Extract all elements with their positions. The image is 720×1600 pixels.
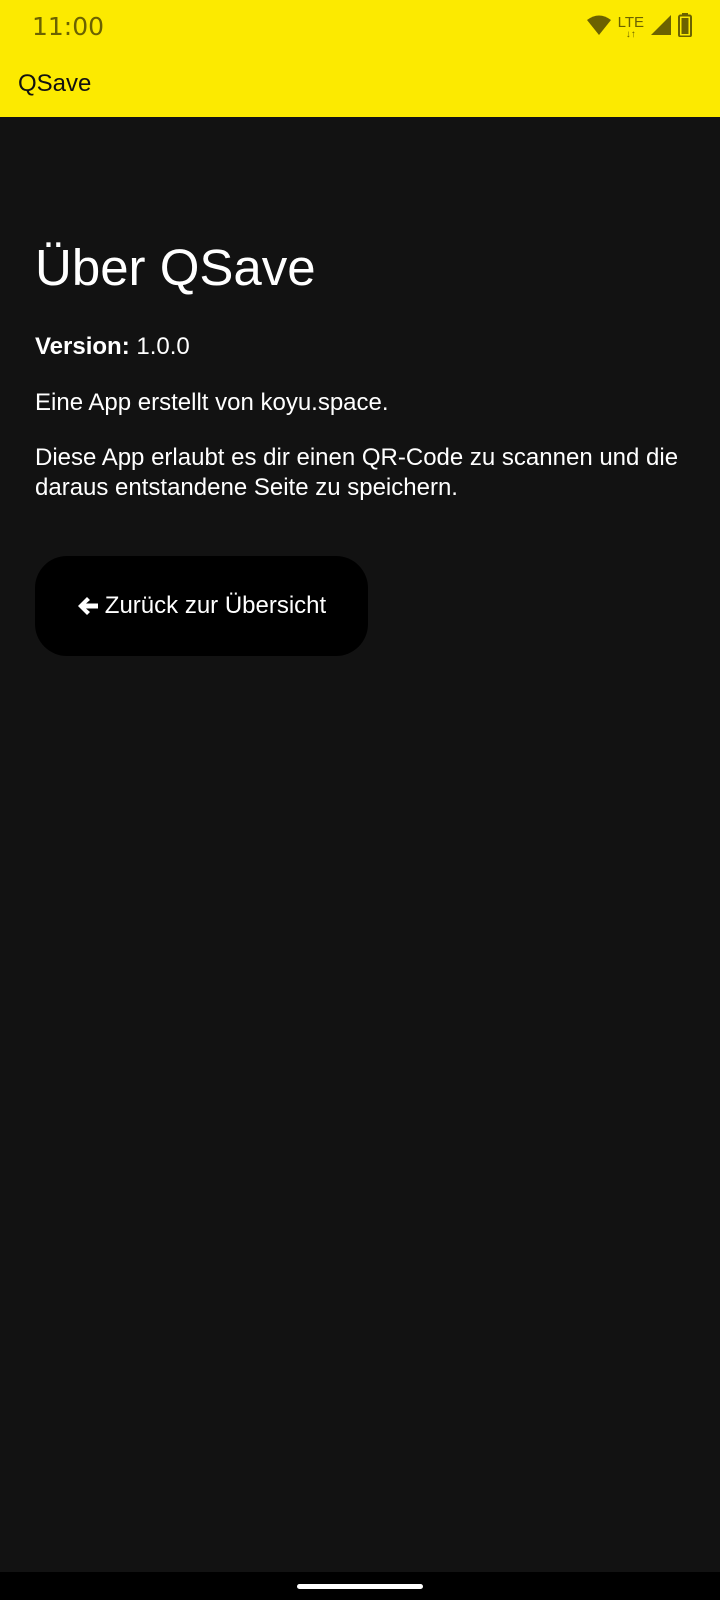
wifi-icon	[586, 14, 612, 41]
page-title: Über QSave	[35, 239, 316, 296]
version-value: 1.0.0	[136, 333, 190, 360]
lte-icon: LTE ↓↑	[618, 15, 644, 40]
network-type: LTE	[617, 13, 644, 31]
arrow-left-icon	[77, 595, 99, 617]
status-bar: 11:00 LTE ↓↑	[0, 0, 720, 54]
home-indicator[interactable]	[297, 1584, 423, 1589]
description-text: Diese App erlaubt es dir einen QR-Code z…	[35, 444, 679, 501]
navigation-bar	[0, 1572, 720, 1600]
status-icons: LTE ↓↑	[586, 12, 692, 42]
data-arrows-icon: ↓↑	[625, 28, 636, 40]
app-title: QSave	[18, 70, 92, 97]
status-time: 11:00	[32, 12, 105, 41]
battery-icon	[678, 12, 692, 42]
signal-icon	[650, 14, 672, 41]
back-to-overview-button[interactable]: Zurück zur Übersicht	[35, 556, 368, 656]
back-button-label: Zurück zur Übersicht	[104, 592, 327, 619]
creator-text: Eine App erstellt von koyu.space.	[35, 389, 389, 416]
version-label: Version:	[35, 333, 130, 360]
app-bar: QSave	[0, 54, 720, 117]
version-line: Version: 1.0.0	[35, 333, 190, 361]
